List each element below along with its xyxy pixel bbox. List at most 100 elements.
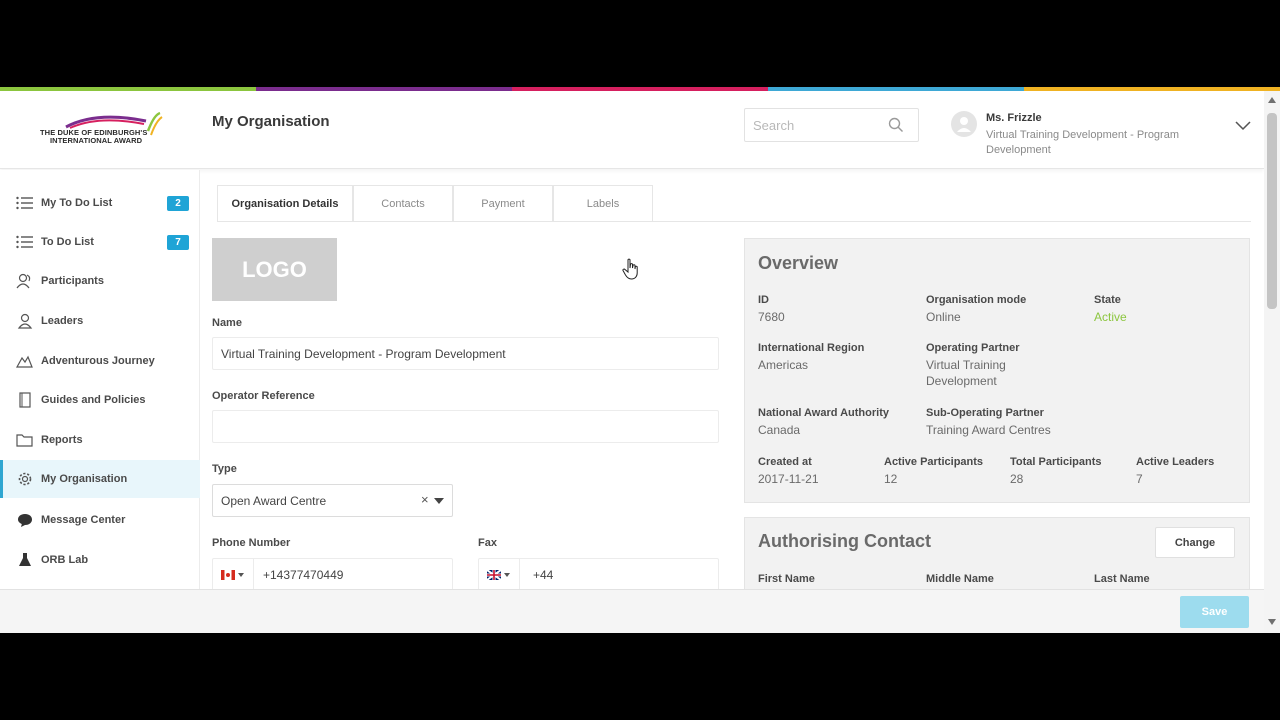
sidebar-item-label: ORB Lab bbox=[41, 554, 89, 566]
count-badge: 7 bbox=[167, 234, 189, 250]
sidebar-item-label: My To Do List bbox=[41, 197, 113, 209]
national-award-authority-value: Canada bbox=[758, 423, 801, 437]
state-value: Active bbox=[1094, 310, 1127, 324]
app-screen: THE DUKE OF EDINBURGH'S INTERNATIONAL AW… bbox=[0, 87, 1280, 633]
count-badge: 2 bbox=[167, 195, 189, 211]
hand-cursor-icon bbox=[622, 258, 638, 280]
operator-reference-label: Operator Reference bbox=[212, 390, 315, 402]
organisation-mode-value: Online bbox=[926, 310, 961, 324]
id-value: 7680 bbox=[758, 310, 785, 324]
header: THE DUKE OF EDINBURGH'S INTERNATIONAL AW… bbox=[0, 91, 1264, 169]
middle-name-label: Middle Name bbox=[926, 573, 994, 585]
sidebar-item-label: Adventurous Journey bbox=[41, 355, 155, 367]
phone-number-label: Phone Number bbox=[212, 537, 291, 549]
fax-country-select[interactable] bbox=[478, 558, 520, 591]
sub-operating-partner-label: Sub-Operating Partner bbox=[926, 407, 1044, 419]
user-avatar[interactable] bbox=[951, 111, 977, 137]
search-icon[interactable] bbox=[888, 117, 904, 133]
fax-label: Fax bbox=[478, 537, 497, 549]
gear-icon bbox=[16, 471, 33, 488]
caret-down-icon bbox=[238, 572, 244, 577]
total-participants-value: 28 bbox=[1010, 472, 1024, 486]
national-award-authority-label: National Award Authority bbox=[758, 407, 889, 419]
international-region-value: Americas bbox=[758, 358, 809, 372]
sidebar-item-orb-lab[interactable]: ORB Lab bbox=[0, 541, 200, 579]
sidebar-item-label: Participants bbox=[41, 275, 104, 287]
caret-down-icon bbox=[504, 572, 510, 577]
folder-icon bbox=[16, 432, 33, 449]
chat-icon bbox=[16, 512, 33, 529]
scroll-down-icon[interactable] bbox=[1268, 619, 1276, 625]
first-name-label: First Name bbox=[758, 573, 815, 585]
change-contact-button[interactable]: Change bbox=[1155, 527, 1235, 558]
user-name: Ms. Frizzle bbox=[986, 112, 1042, 124]
sidebar-item-leaders[interactable]: Leaders bbox=[0, 302, 200, 340]
active-leaders-label: Active Leaders bbox=[1136, 456, 1215, 468]
sidebar-item-participants[interactable]: Participants bbox=[0, 262, 200, 300]
last-name-label: Last Name bbox=[1094, 573, 1150, 585]
uk-flag-icon bbox=[487, 569, 501, 580]
active-leaders-value: 7 bbox=[1136, 472, 1143, 486]
phone-country-select[interactable] bbox=[212, 558, 254, 591]
sidebar-item-label: Guides and Policies bbox=[41, 394, 146, 406]
sidebar-item-guides-and-policies[interactable]: Guides and Policies bbox=[0, 381, 200, 419]
canada-flag-icon bbox=[221, 569, 235, 580]
organisation-mode-label: Organisation mode bbox=[926, 294, 1027, 306]
tab-organisation-details[interactable]: Organisation Details bbox=[217, 185, 353, 222]
name-label: Name bbox=[212, 317, 242, 329]
user-icon bbox=[957, 117, 971, 132]
participants-icon bbox=[16, 273, 33, 290]
international-region-label: International Region bbox=[758, 342, 865, 354]
sidebar-item-label: Leaders bbox=[41, 315, 84, 327]
created-at-value: 2017-11-21 bbox=[758, 472, 819, 486]
active-participants-label: Active Participants bbox=[884, 456, 984, 468]
name-field[interactable]: Virtual Training Development - Program D… bbox=[212, 337, 719, 370]
id-label: ID bbox=[758, 294, 769, 306]
caret-down-icon[interactable] bbox=[434, 498, 444, 504]
sidebar-item-label: To Do List bbox=[41, 236, 94, 248]
sidebar: My To Do List 2 To Do List 7 Participant… bbox=[0, 170, 200, 590]
sidebar-item-adventurous-journey[interactable]: Adventurous Journey bbox=[0, 342, 200, 380]
type-select[interactable]: Open Award Centre bbox=[212, 484, 453, 517]
scrollbar-thumb[interactable] bbox=[1267, 113, 1277, 309]
sidebar-item-my-organisation[interactable]: My Organisation bbox=[0, 460, 200, 498]
save-button[interactable]: Save bbox=[1180, 596, 1249, 628]
leader-icon bbox=[16, 313, 33, 330]
operating-partner-label: Operating Partner bbox=[926, 342, 1020, 354]
authorising-contact-title: Authorising Contact bbox=[758, 531, 931, 551]
search-input[interactable] bbox=[745, 109, 885, 141]
sidebar-item-message-center[interactable]: Message Center bbox=[0, 501, 200, 539]
search-box[interactable] bbox=[744, 108, 919, 142]
total-participants-label: Total Participants bbox=[1010, 456, 1102, 468]
sidebar-item-label: Reports bbox=[41, 434, 83, 446]
tab-contacts[interactable]: Contacts bbox=[353, 185, 453, 222]
tab-payment[interactable]: Payment bbox=[453, 185, 553, 222]
overview-panel: Overview ID 7680 Organisation mode Onlin… bbox=[744, 238, 1250, 503]
user-organisation: Virtual Training Development - Program D… bbox=[986, 129, 1179, 156]
logo-text: THE DUKE OF EDINBURGH'S INTERNATIONAL AW… bbox=[40, 129, 147, 145]
list-icon bbox=[16, 234, 33, 251]
organisation-logo-placeholder[interactable]: LOGO bbox=[212, 238, 337, 301]
operator-reference-field[interactable] bbox=[212, 410, 719, 443]
chevron-down-icon[interactable] bbox=[1235, 121, 1251, 131]
state-label: State bbox=[1094, 294, 1121, 306]
clear-icon[interactable]: × bbox=[421, 492, 429, 507]
book-icon bbox=[16, 392, 33, 409]
sidebar-item-label: Message Center bbox=[41, 514, 126, 526]
scroll-up-icon[interactable] bbox=[1268, 97, 1276, 103]
page-scrollbar[interactable] bbox=[1264, 91, 1280, 633]
created-at-label: Created at bbox=[758, 456, 812, 468]
sidebar-item-reports[interactable]: Reports bbox=[0, 421, 200, 459]
list-icon bbox=[16, 195, 33, 212]
flask-icon bbox=[16, 552, 33, 569]
mountain-icon bbox=[16, 353, 33, 370]
sidebar-item-to-do-list[interactable]: To Do List 7 bbox=[0, 223, 200, 261]
sidebar-item-my-to-do-list[interactable]: My To Do List 2 bbox=[0, 184, 200, 222]
footer-bar: Save bbox=[0, 589, 1264, 633]
sub-operating-partner-value: Training Award Centres bbox=[926, 423, 1051, 437]
overview-title: Overview bbox=[758, 253, 839, 273]
sidebar-item-label: My Organisation bbox=[41, 473, 128, 485]
type-label: Type bbox=[212, 463, 237, 475]
tab-labels[interactable]: Labels bbox=[553, 185, 653, 222]
award-logo[interactable]: THE DUKE OF EDINBURGH'S INTERNATIONAL AW… bbox=[36, 109, 166, 147]
